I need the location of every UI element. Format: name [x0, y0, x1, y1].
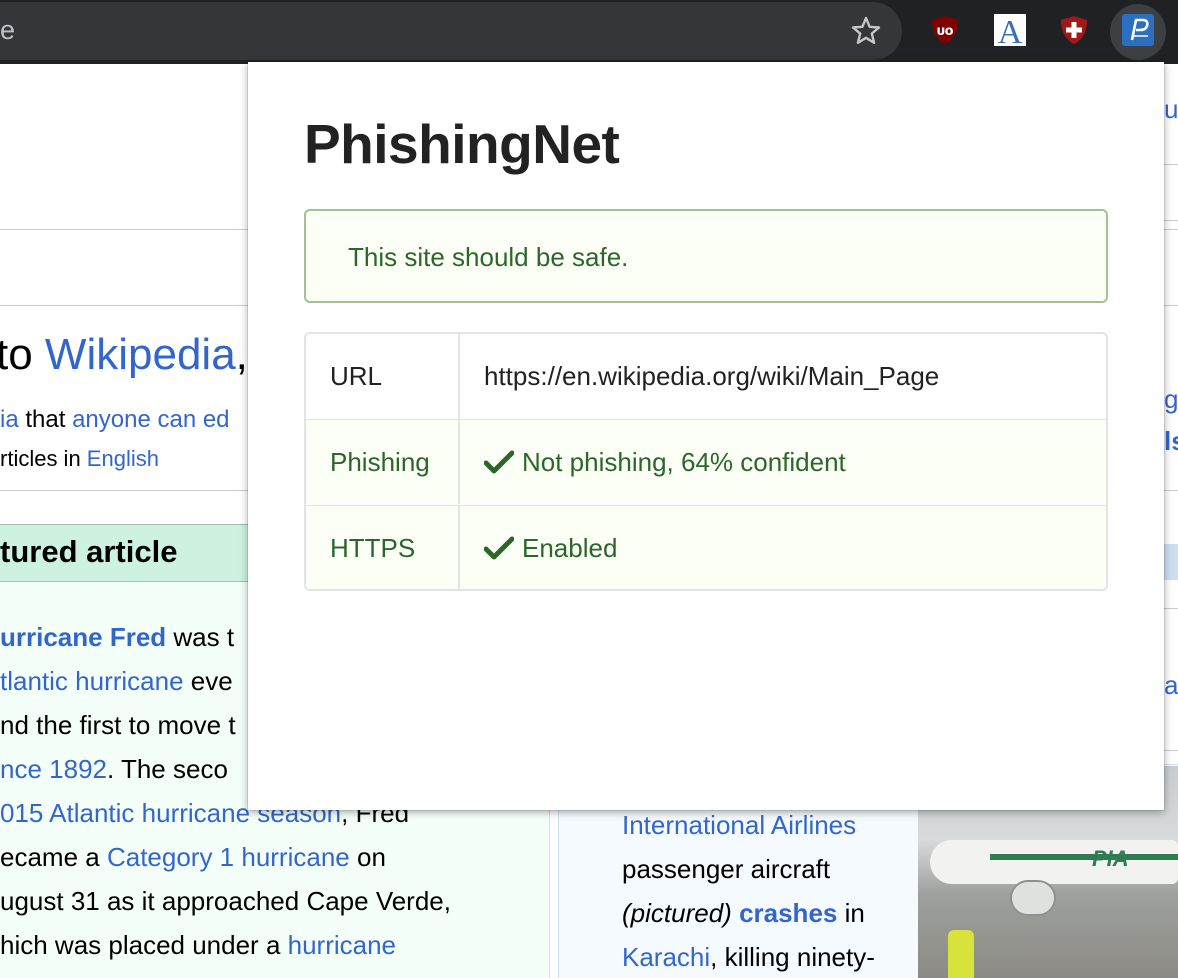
news-link[interactable]: International Airlines: [622, 810, 856, 840]
english-link[interactable]: English: [87, 446, 159, 471]
address-bar-text: e: [0, 15, 16, 45]
table-row-phishing: Phishing Not phishing, 64% confident: [306, 419, 1106, 504]
phishing-value: Not phishing, 64% confident: [522, 447, 846, 477]
featured-line: ugust 31 as it approached Cape Verde,: [0, 886, 451, 917]
phishingnet-extension-icon[interactable]: [1122, 14, 1154, 46]
featured-link[interactable]: hurricane: [288, 930, 396, 960]
right-edge-text: a: [1164, 670, 1178, 700]
article-count-prefix: rticles in: [0, 446, 87, 471]
url-label: URL: [330, 361, 383, 391]
wikipedia-link[interactable]: Wikipedia: [45, 330, 236, 379]
photo-aircraft-stripe: [990, 854, 1178, 860]
checkmark-icon: [484, 450, 514, 474]
news-line: passenger aircraft: [622, 854, 830, 885]
featured-line: urricane Fred was t: [0, 622, 234, 653]
featured-link[interactable]: nce 1892: [0, 754, 107, 784]
tagline-link-anyone[interactable]: anyone can ed: [72, 406, 229, 433]
popup-title: PhishingNet: [304, 113, 620, 175]
cell-divider: [458, 420, 460, 504]
checkmark-icon: [484, 536, 514, 560]
phishing-value-cell: Not phishing, 64% confident: [484, 447, 846, 478]
featured-link[interactable]: urricane Fred: [0, 622, 166, 652]
news-line: International Airlines: [622, 810, 856, 841]
featured-text: hich was placed under a: [0, 930, 288, 960]
news-text: passenger aircraft: [622, 854, 831, 884]
featured-text: on: [349, 842, 386, 872]
phishingnet-popup: PhishingNet This site should be safe. UR…: [248, 62, 1164, 810]
featured-link[interactable]: Category 1 hurricane: [107, 842, 350, 872]
shield-plus-extension-icon[interactable]: [1058, 14, 1090, 46]
featured-line: nd the first to move t: [0, 710, 236, 741]
featured-article-title: tured article: [0, 534, 178, 569]
https-label: HTTPS: [330, 533, 416, 563]
site-info-table: URL https://en.wikipedia.org/wiki/Main_P…: [304, 332, 1108, 591]
safety-alert-message: This site should be safe.: [348, 242, 629, 272]
cell-divider: [458, 506, 460, 589]
https-value-cell: Enabled: [484, 533, 617, 564]
tagline: ia that anyone can ed: [0, 406, 230, 434]
right-divider: [1164, 544, 1178, 580]
welcome-suffix: ,: [235, 330, 248, 379]
featured-line: nce 1892. The seco: [0, 754, 228, 785]
font-a-extension-icon[interactable]: A: [994, 14, 1026, 46]
photo-person: [948, 930, 974, 978]
news-line: Karachi, killing ninety-: [622, 942, 875, 973]
ublock-origin-extension-icon[interactable]: ᴜo: [929, 14, 961, 46]
welcome-prefix: to: [0, 330, 45, 379]
featured-line: hich was placed under a hurricane: [0, 930, 396, 961]
welcome-heading: to Wikipedia,: [0, 330, 248, 380]
url-value: https://en.wikipedia.org/wiki/Main_Page: [484, 361, 940, 391]
bookmark-star-icon[interactable]: [850, 15, 882, 47]
tagline-mid: that: [18, 406, 73, 433]
featured-text: was t: [166, 622, 235, 652]
table-row-url: URL https://en.wikipedia.org/wiki/Main_P…: [306, 334, 1106, 419]
https-value: Enabled: [522, 533, 618, 563]
news-text: in: [837, 898, 865, 928]
photo-aircraft-engine: [1010, 880, 1056, 916]
svg-text:ᴜo: ᴜo: [936, 24, 953, 39]
address-bar[interactable]: e: [0, 2, 902, 60]
featured-text: ugust 31 as it approached Cape Verde,: [0, 886, 451, 916]
phishing-label: Phishing: [330, 447, 430, 477]
cell-divider: [458, 334, 460, 419]
news-line: (pictured) crashes in: [622, 898, 865, 929]
tagline-link-encyclopedia[interactable]: ia: [0, 406, 19, 433]
featured-link[interactable]: tlantic hurricane: [0, 666, 184, 696]
news-link[interactable]: Karachi: [622, 942, 710, 972]
right-divider: [1164, 608, 1178, 609]
featured-text: . The seco: [106, 754, 228, 784]
browser-toolbar: e ᴜo A: [0, 0, 1178, 64]
right-edge-text: ls: [1164, 426, 1178, 456]
right-divider: [1164, 750, 1178, 751]
featured-text: nd the first to move t: [0, 710, 236, 740]
featured-line: ecame a Category 1 hurricane on: [0, 842, 386, 873]
right-divider: [1164, 220, 1178, 221]
svg-text:A: A: [998, 14, 1023, 46]
safety-alert: This site should be safe.: [304, 209, 1108, 303]
right-edge-text: g: [1164, 384, 1178, 414]
featured-line: tlantic hurricane eve: [0, 666, 233, 697]
right-edge-text: ur: [1164, 94, 1178, 124]
table-row-https: HTTPS Enabled: [306, 505, 1106, 589]
news-text: , killing ninety-: [710, 942, 875, 972]
photo-aircraft: [930, 840, 1178, 884]
right-divider: [1164, 164, 1178, 165]
news-link[interactable]: crashes: [739, 898, 837, 928]
featured-text: ecame a: [0, 842, 107, 872]
photo-aircraft-livery: PIA: [1092, 846, 1129, 871]
featured-text: eve: [183, 666, 233, 696]
news-italic: (pictured): [622, 898, 732, 928]
article-count-line: rticles in English: [0, 446, 159, 472]
